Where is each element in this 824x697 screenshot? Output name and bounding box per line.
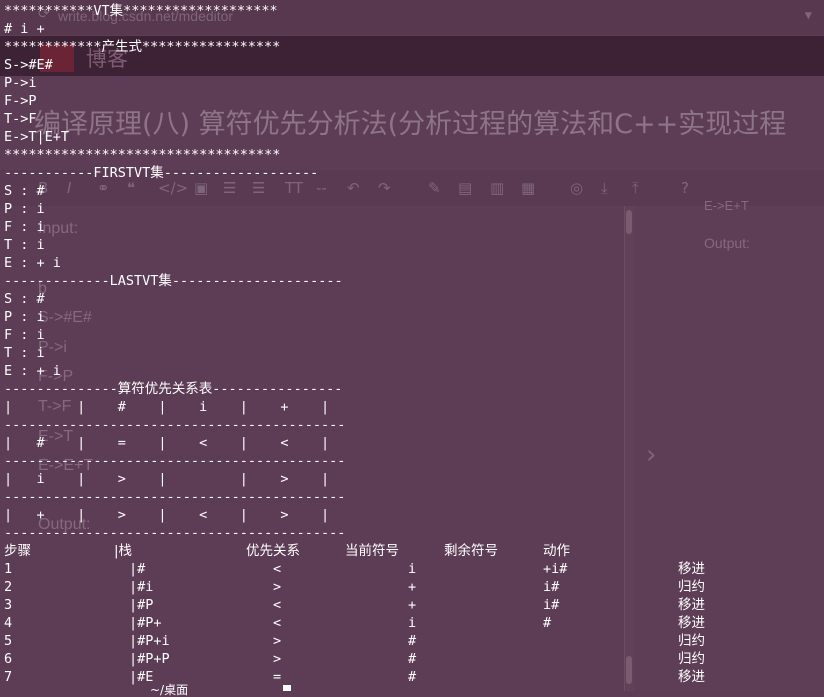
- lastvt-entry: P : i: [4, 309, 45, 325]
- preview-line: E->E+T: [704, 198, 749, 213]
- lastvt-entry: S : #: [4, 291, 45, 307]
- undo-icon: ↶: [347, 179, 360, 197]
- precedence-table-header: --------------算符优先关系表----------------: [4, 381, 343, 397]
- vt-set: # i +: [4, 21, 45, 37]
- upload-icon: ⤒: [632, 179, 639, 197]
- col-action: 动作: [543, 543, 570, 559]
- step-stack: |#P: [129, 597, 154, 613]
- step-action: 归约: [678, 651, 705, 667]
- step-action: 移进: [678, 669, 705, 685]
- terminal-cursor[interactable]: [283, 685, 291, 691]
- step-number: 5: [4, 633, 13, 649]
- step-remaining: #: [543, 615, 552, 631]
- doc-icon: ▥: [490, 179, 505, 197]
- editor-line: S->#E#: [38, 309, 92, 326]
- step-relation: >: [273, 633, 282, 649]
- step-current: i: [408, 615, 417, 631]
- step-action: 归约: [678, 579, 705, 595]
- production: S->#E#: [4, 57, 53, 73]
- step-remaining: i#: [543, 597, 560, 613]
- firstvt-entry: T : i: [4, 237, 45, 253]
- help-icon: ?: [681, 179, 689, 197]
- step-current: +: [408, 597, 417, 613]
- step-current: +: [408, 579, 417, 595]
- precedence-table-row: | | # | i | + |: [4, 399, 330, 415]
- step-relation: <: [273, 561, 282, 577]
- step-stack: |#P+i: [129, 633, 170, 649]
- firstvt-entry: E : + i: [4, 255, 61, 271]
- firstvt-entry: P : i: [4, 201, 45, 217]
- lastvt-entry: E : + i: [4, 363, 61, 379]
- step-relation: <: [273, 597, 282, 613]
- lastvt-entry: F : i: [4, 327, 45, 343]
- step-number: 6: [4, 651, 13, 667]
- step-number: 7: [4, 669, 13, 685]
- precedence-table-divider: ----------------------------------------…: [4, 453, 346, 469]
- firstvt-entry: F : i: [4, 219, 45, 235]
- save-icon: ▤: [458, 179, 473, 197]
- step-current: #: [408, 651, 417, 667]
- precedence-table-divider: ----------------------------------------…: [4, 525, 346, 541]
- col-step: 步骤: [4, 543, 31, 559]
- col-relation: 优先关系: [246, 543, 300, 559]
- step-relation: >: [273, 579, 282, 595]
- shell-prompt: ~/桌面: [150, 683, 189, 697]
- step-action: 移进: [678, 615, 705, 631]
- step-remaining: +i#: [543, 561, 568, 577]
- scrollbar-thumb[interactable]: [626, 656, 632, 684]
- col-remaining: 剩余符号: [444, 543, 498, 559]
- step-action: 归约: [678, 633, 705, 649]
- chevron-right-icon: ›: [646, 440, 657, 470]
- step-action: 移进: [678, 561, 705, 577]
- vt-header: ***********VT集*******************: [4, 3, 278, 19]
- preview-pane: [636, 206, 824, 691]
- redo-icon: ↷: [378, 179, 391, 197]
- lastvt-entry: T : i: [4, 345, 45, 361]
- production: E->T|E+T: [4, 129, 70, 145]
- step-current: i: [408, 561, 417, 577]
- article-title: 编译原理(八) 算符优先分析法(分析过程的算法和C++实现过程: [34, 109, 787, 140]
- step-number: 4: [4, 615, 13, 631]
- step-number: 2: [4, 579, 13, 595]
- publish-icon: ▦: [521, 179, 536, 197]
- precedence-table-row: | i | > | | > |: [4, 471, 330, 487]
- precedence-table-divider: ----------------------------------------…: [4, 417, 346, 433]
- step-current: #: [408, 669, 417, 685]
- firstvt-entry: S : #: [4, 183, 45, 199]
- step-stack: |#i: [129, 579, 154, 595]
- step-relation: <: [273, 615, 282, 631]
- production: F->P: [4, 93, 37, 109]
- col-current: 当前符号: [345, 543, 399, 559]
- lastvt-header: -------------LASTVT集--------------------…: [4, 273, 343, 289]
- download-icon: ⤓: [601, 179, 608, 197]
- precedence-table-row: | + | > | < | > |: [4, 507, 330, 523]
- scrollbar-thumb[interactable]: [626, 210, 632, 234]
- col-stack: |栈: [114, 543, 133, 559]
- step-stack: |#: [129, 561, 146, 577]
- step-stack: |#P+P: [129, 651, 170, 667]
- edit-icon: ✎: [428, 179, 441, 197]
- editor-scrollbar[interactable]: [624, 206, 635, 691]
- step-remaining: i#: [543, 579, 560, 595]
- step-current: #: [408, 633, 417, 649]
- preview-line: Output:: [704, 235, 750, 251]
- chevron-down-icon: ▼: [804, 8, 812, 22]
- step-relation: =: [273, 669, 282, 685]
- step-relation: >: [273, 651, 282, 667]
- firstvt-header: -----------FIRSTVT集-------------------: [4, 165, 319, 181]
- step-action: 移进: [678, 597, 705, 613]
- production-footer: **********************************: [4, 147, 281, 163]
- production-header: ************产生式*****************: [4, 39, 281, 55]
- precedence-table-divider: ----------------------------------------…: [4, 489, 346, 505]
- step-stack: |#P+: [129, 615, 162, 631]
- globe-icon: ◎: [570, 179, 584, 197]
- production: P->i: [4, 75, 37, 91]
- precedence-table-row: | # | = | < | < |: [4, 435, 330, 451]
- step-number: 3: [4, 597, 13, 613]
- step-number: 1: [4, 561, 13, 577]
- production: T->F: [4, 111, 37, 127]
